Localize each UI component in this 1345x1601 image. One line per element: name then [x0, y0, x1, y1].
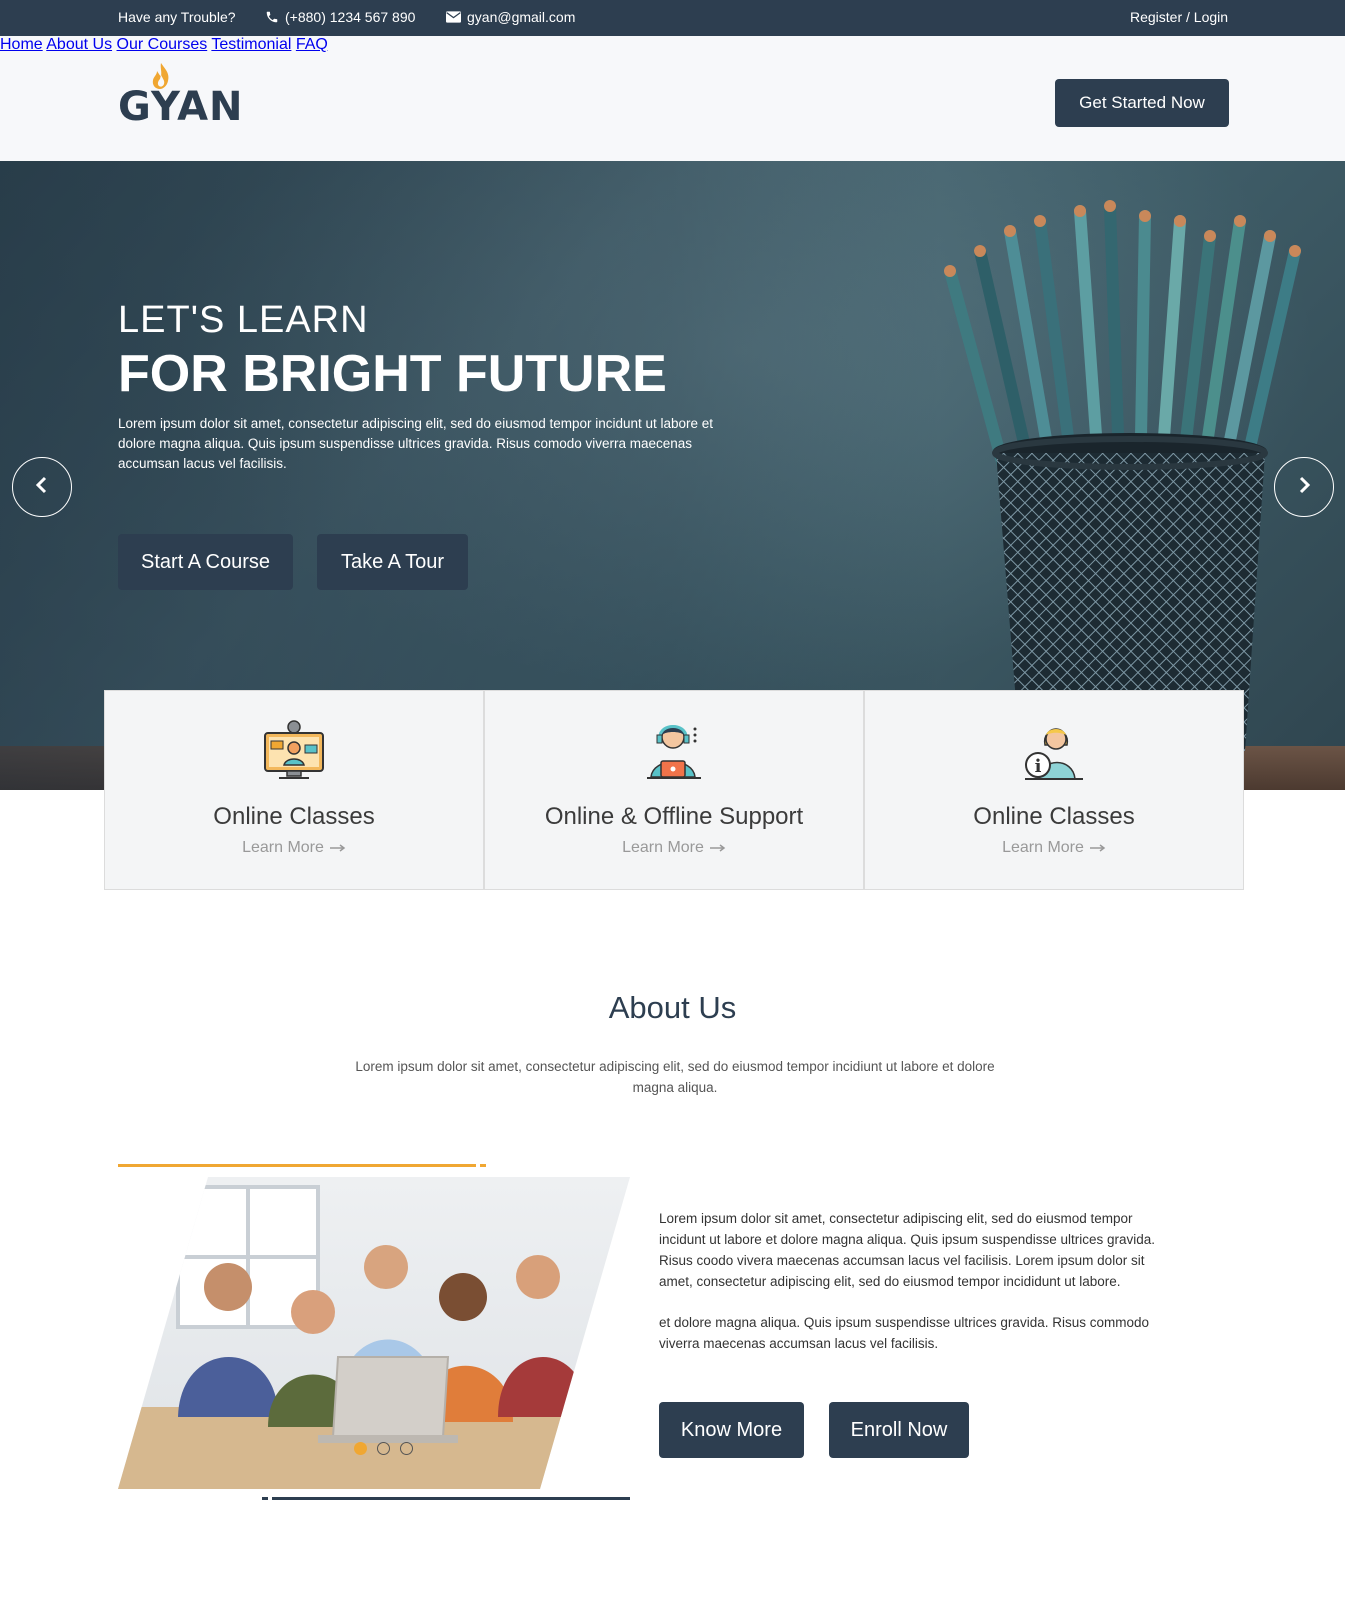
about-carousel[interactable] — [118, 1163, 630, 1501]
email-contact[interactable]: gyan@gmail.com — [446, 9, 575, 25]
nav-faq[interactable]: FAQ — [296, 36, 328, 53]
chevron-left-icon — [35, 476, 49, 499]
top-bar: Have any Trouble? (+880) 1234 567 890 gy… — [0, 0, 1345, 36]
learn-more-link[interactable]: Learn More — [485, 839, 863, 857]
about-text: Lorem ipsum dolor sit amet, consectetur … — [659, 1208, 1179, 1354]
arrow-right-icon — [1089, 839, 1106, 857]
register-login-label: Register / Login — [1130, 9, 1229, 25]
svg-text:i: i — [1035, 756, 1042, 777]
feature-title: Online Classes — [973, 803, 1135, 830]
feature-cards: Online Classes Learn More Online & Offli… — [104, 690, 1244, 890]
carousel-dots — [354, 1442, 413, 1455]
envelope-icon — [446, 11, 461, 23]
feature-card[interactable]: i Online Classes Learn More — [864, 690, 1244, 890]
trouble-text: Have any Trouble? — [118, 9, 236, 25]
feature-card[interactable]: Online & Offline Support Learn More — [484, 690, 864, 890]
main-nav: Home About Us Our Courses Testimonial FA… — [0, 36, 1345, 54]
chevron-right-icon — [1297, 476, 1311, 499]
about-paragraph: et dolore magna aliqua. Quis ipsum suspe… — [659, 1315, 1149, 1351]
about-title: About Us — [608, 990, 737, 1025]
phone-icon — [265, 10, 279, 24]
info-assistant-icon: i — [1023, 719, 1085, 786]
phone-contact[interactable]: (+880) 1234 567 890 — [265, 9, 415, 25]
enroll-now-button[interactable]: Enroll Now — [829, 1402, 969, 1458]
feature-title: Online Classes — [213, 803, 375, 830]
arrow-right-icon — [329, 839, 346, 857]
slider-next-button[interactable] — [1274, 457, 1334, 517]
carousel-dot-active[interactable] — [354, 1442, 367, 1455]
carousel-dot[interactable] — [400, 1442, 413, 1455]
know-more-button[interactable]: Know More — [659, 1402, 804, 1458]
learn-more-link[interactable]: Learn More — [105, 839, 483, 857]
phone-number: (+880) 1234 567 890 — [285, 9, 416, 25]
logo[interactable]: GYAN — [118, 62, 243, 130]
email-address: gyan@gmail.com — [467, 9, 576, 25]
site-header: GYAN Home About Us Our Courses Testimoni… — [0, 36, 1345, 161]
feature-card[interactable]: Online Classes Learn More — [104, 690, 484, 890]
about-paragraph: Lorem ipsum dolor sit amet, consectetur … — [659, 1211, 1156, 1289]
nav-about-us[interactable]: About Us — [46, 36, 112, 53]
about-intro: Lorem ipsum dolor sit amet, consectetur … — [355, 1059, 995, 1095]
get-started-button[interactable]: Get Started Now — [1055, 79, 1229, 127]
slider-prev-button[interactable] — [12, 457, 72, 517]
hero-description: Lorem ipsum dolor sit amet, consectetur … — [118, 416, 714, 471]
learn-more-label: Learn More — [622, 839, 704, 856]
start-course-button[interactable]: Start A Course — [118, 534, 293, 590]
nav-our-courses[interactable]: Our Courses — [117, 36, 208, 53]
learn-more-label: Learn More — [1002, 839, 1084, 856]
nav-testimonial[interactable]: Testimonial — [211, 36, 291, 53]
logo-text: GYAN — [118, 84, 244, 130]
trouble-label: Have any Trouble? — [118, 9, 236, 25]
hero-title: FOR BRIGHT FUTURE — [118, 345, 667, 403]
learn-more-label: Learn More — [242, 839, 324, 856]
hero-subtitle: LET'S LEARN — [118, 299, 369, 341]
take-tour-button[interactable]: Take A Tour — [317, 534, 468, 590]
arrow-right-icon — [709, 839, 726, 857]
carousel-dot[interactable] — [377, 1442, 390, 1455]
nav-home[interactable]: Home — [0, 36, 43, 53]
support-agent-icon — [643, 719, 705, 786]
feature-title: Online & Offline Support — [544, 803, 804, 830]
learn-more-link[interactable]: Learn More — [865, 839, 1243, 857]
online-classes-icon — [263, 719, 325, 786]
register-login-link[interactable]: Register / Login — [1130, 9, 1228, 25]
